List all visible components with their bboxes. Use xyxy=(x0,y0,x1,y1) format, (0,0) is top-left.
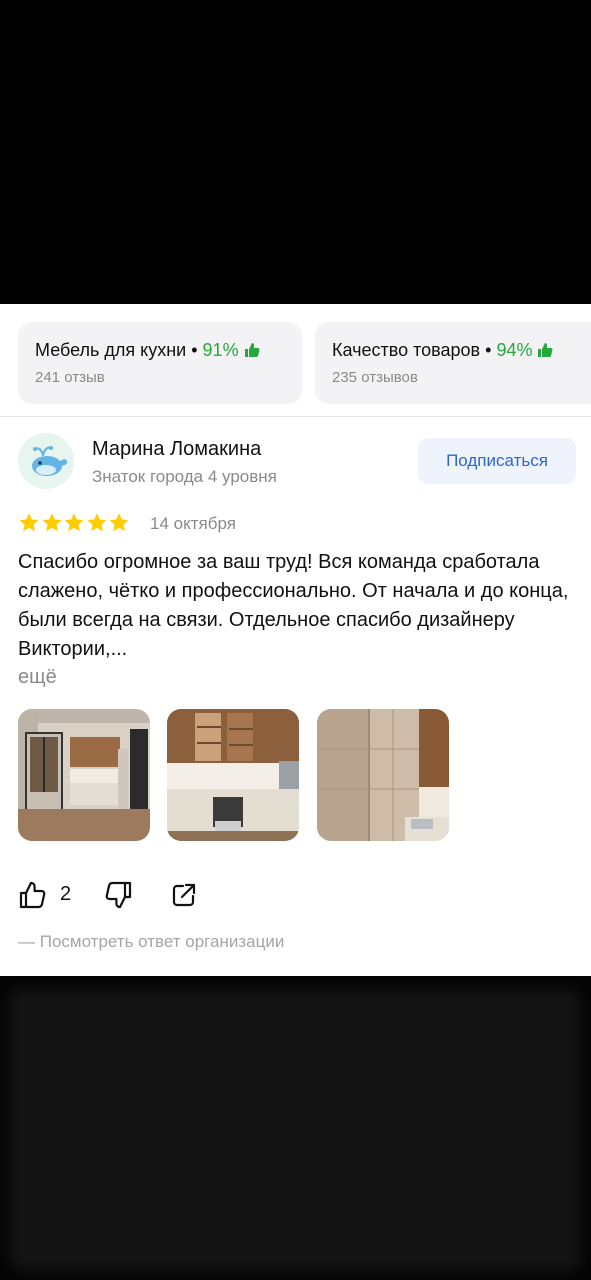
aspect-percent: 91% xyxy=(202,340,239,360)
thumbs-up-icon xyxy=(538,343,553,357)
like-button[interactable]: 2 xyxy=(18,880,78,912)
divider xyxy=(0,416,591,417)
review-text: Спасибо огромное за ваш труд! Вся команд… xyxy=(18,551,569,660)
review-photo-1[interactable] xyxy=(18,709,150,841)
star-icon xyxy=(19,513,39,532)
review-panel: Мебель для кухни • 91% 241 отзыв Качество … xyxy=(0,304,591,976)
aspect-separator: • xyxy=(485,340,492,360)
like-count: 2 xyxy=(60,883,72,905)
aspect-chip-product-quality[interactable]: Качество товаров • 94% 235 отзывов xyxy=(315,322,591,404)
subscribe-button[interactable]: Подписаться xyxy=(418,438,576,484)
aspect-name: Мебель для кухни xyxy=(35,340,187,360)
blurred-content xyxy=(10,990,580,1270)
aspect-name: Качество товаров xyxy=(332,340,481,360)
aspect-percent: 94% xyxy=(496,340,533,360)
author-name[interactable]: Марина Ломакина xyxy=(92,438,261,461)
avatar[interactable] xyxy=(18,433,74,489)
thumbs-up-outline-icon xyxy=(19,881,46,909)
aspect-title: Качество товаров • 94% xyxy=(332,340,553,361)
star-icon xyxy=(109,513,129,532)
aspect-chips: Мебель для кухни • 91% 241 отзыв Качество … xyxy=(0,322,591,404)
kitchen-photo-icon xyxy=(167,709,299,841)
author-level: Знаток города 4 уровня xyxy=(92,467,277,486)
review-photo-3[interactable] xyxy=(317,709,449,841)
kitchen-photo-icon xyxy=(18,709,150,841)
aspect-title: Мебель для кухни • 91% xyxy=(35,340,260,361)
kitchen-photo-icon xyxy=(317,709,449,841)
share-button[interactable] xyxy=(170,880,200,912)
star-icon xyxy=(42,513,61,532)
bottom-blurred-area xyxy=(0,976,591,1280)
whale-avatar-icon xyxy=(18,433,74,489)
dislike-button[interactable] xyxy=(103,880,135,912)
share-icon xyxy=(172,883,196,907)
aspect-review-count: 241 отзыв xyxy=(35,369,105,386)
review-photo-2[interactable] xyxy=(167,709,299,841)
review-date: 14 октября xyxy=(150,514,236,533)
aspect-chip-kitchen-furniture[interactable]: Мебель для кухни • 91% 241 отзыв xyxy=(18,322,302,404)
thumbs-down-outline-icon xyxy=(105,881,132,909)
top-black-area xyxy=(0,0,591,304)
rating-stars xyxy=(18,512,131,536)
star-icon xyxy=(64,513,84,532)
thumbs-up-icon xyxy=(244,343,260,357)
aspect-review-count: 235 отзывов xyxy=(332,369,418,386)
star-icon xyxy=(87,513,106,532)
read-more-link[interactable]: ещё xyxy=(18,666,57,689)
aspect-separator: • xyxy=(191,340,198,360)
view-organization-reply-link[interactable]: — Посмотреть ответ организации xyxy=(18,932,284,952)
